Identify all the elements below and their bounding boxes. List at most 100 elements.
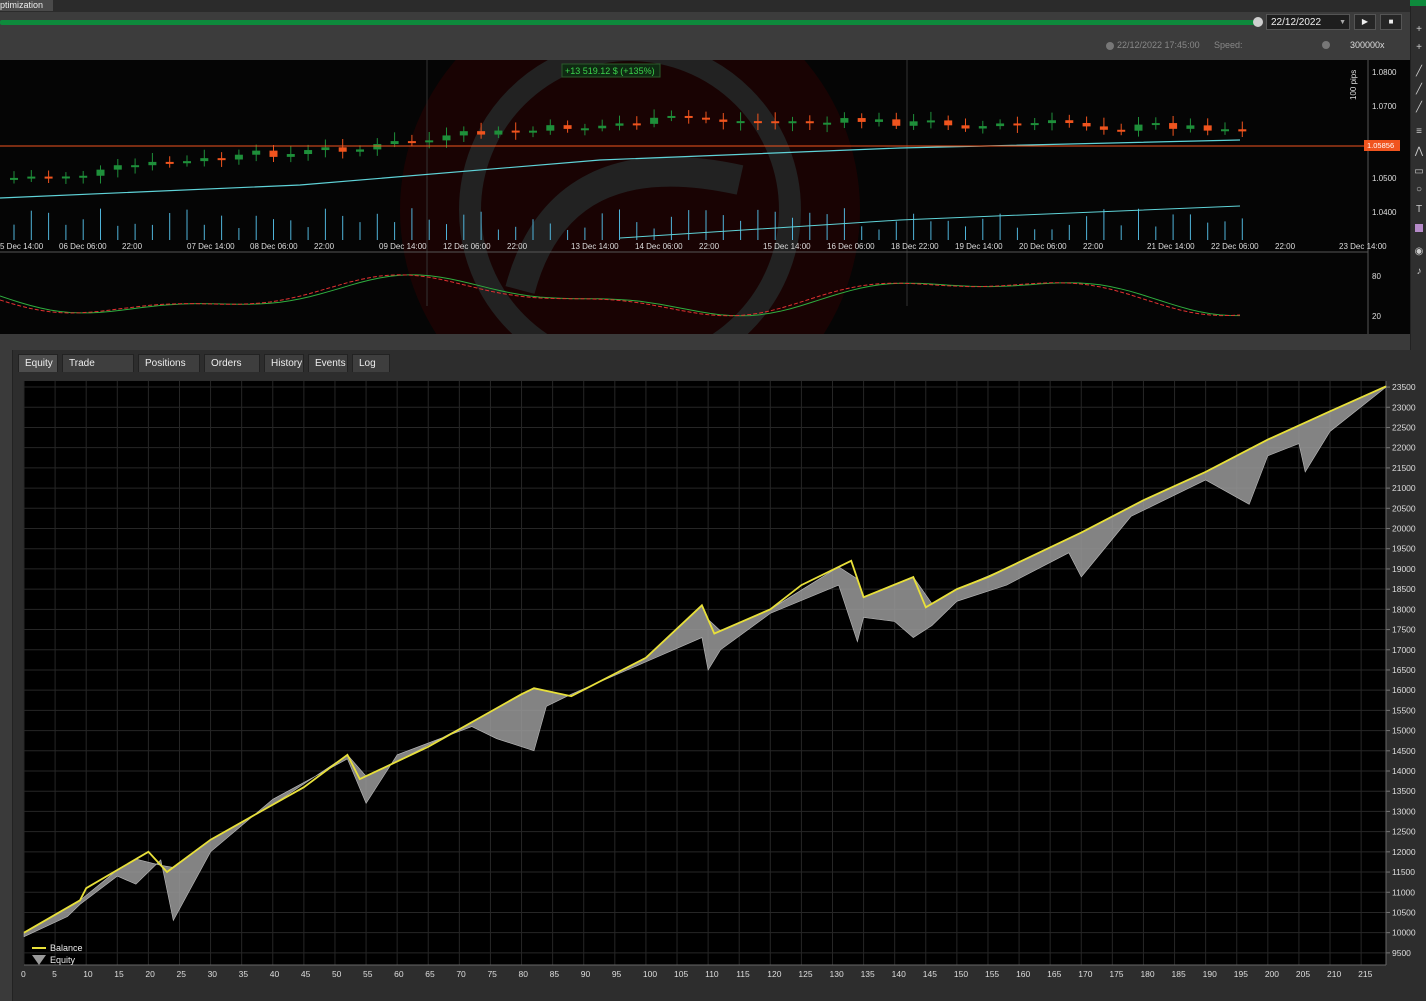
candle-body [356,149,364,152]
candle-body [442,135,451,141]
watermark-logo [400,60,860,334]
x-tick-label: 120 [767,969,781,979]
candle-body [1151,123,1160,126]
y-tick-label: 23500 [1392,382,1416,392]
tab-equity[interactable]: Equity [18,354,58,372]
time-tick: 22:00 [314,242,335,251]
candle-body [407,141,416,144]
x-tick-label: 60 [394,969,404,979]
fibonacci-icon[interactable]: ≡ [1413,126,1425,138]
tab-orders[interactable]: Orders0 [204,354,260,387]
candle-body [217,158,226,161]
x-tick-label: 95 [612,969,622,979]
x-tick-label: 140 [892,969,906,979]
eye-icon[interactable]: ◉ [1413,246,1425,258]
date-select-value: 22/12/2022 [1271,17,1322,28]
x-tick-label: 40 [270,969,280,979]
tab-trade-statistics[interactable]: Trade Statistics [62,354,134,387]
candle-body [425,140,434,143]
playback-progress-bar[interactable] [0,20,1258,25]
candle-body [978,126,987,129]
x-tick-label: 75 [487,969,497,979]
x-tick-label: 175 [1109,969,1123,979]
candle-body [719,119,728,122]
crosshair-icon[interactable]: + [1413,24,1425,36]
time-tick: 21 Dec 14:00 [1147,242,1195,251]
time-tick: 5 Dec 14:00 [0,242,44,251]
speed-value[interactable]: 300000x [1350,40,1385,50]
candle-body [1169,123,1178,129]
x-tick-label: 150 [954,969,968,979]
x-tick-label: 135 [861,969,875,979]
time-tick: 22:00 [507,242,528,251]
x-tick-label: 180 [1140,969,1154,979]
title-bar [0,0,1410,12]
stop-button[interactable]: ■ [1380,14,1402,30]
ray-tool-icon[interactable]: ╱ [1413,84,1425,96]
time-tick: 14 Dec 06:00 [635,242,683,251]
x-tick-label: 185 [1172,969,1186,979]
x-tick-label: 85 [550,969,560,979]
candle-body [944,120,953,126]
x-tick-label: 160 [1016,969,1030,979]
x-tick-label: 170 [1078,969,1092,979]
candle-body [788,121,797,124]
text-tool-icon[interactable]: T [1413,204,1425,216]
candle-body [27,176,36,179]
x-tick-label: 0 [21,969,26,979]
speed-label: Speed: [1214,40,1243,50]
y-tick-label: 22500 [1392,422,1416,432]
x-tick-label: 200 [1265,969,1279,979]
tab-log[interactable]: Log [352,354,390,372]
y-tick-label: 20500 [1392,503,1416,513]
candle-body [44,176,53,179]
y-tick-label: 22000 [1392,443,1416,453]
pips-label: 100 pips [1349,70,1358,100]
candle-body [753,121,762,124]
candle-body [771,121,780,124]
x-tick-label: 65 [425,969,435,979]
time-tick: 22:00 [1275,242,1296,251]
crosshair-icon[interactable]: + [1413,42,1425,54]
candle-body [113,165,122,170]
time-tick: 15 Dec 14:00 [763,242,811,251]
candle-body [840,118,849,123]
candle-body [632,123,641,126]
equity-chart[interactable]: 2350023000225002200021500210002050020000… [20,375,1426,991]
tab-history[interactable]: History [264,354,304,372]
x-tick-label: 155 [985,969,999,979]
fibonacci-fan-icon[interactable]: ⋀ [1413,146,1425,158]
price-chart[interactable]: 1.08001.07001.06001.05001.0400100 pips80… [0,60,1410,334]
stop-icon: ■ [1388,17,1394,26]
speed-slider-handle[interactable] [1322,41,1330,49]
candle-body [511,130,520,133]
x-tick-label: 110 [705,969,719,979]
line-tool-icon[interactable]: ╱ [1413,66,1425,78]
candle-body [321,147,330,151]
candle-body [823,122,832,125]
tab-positions[interactable]: Positions0 [138,354,200,387]
legend-balance-label: Balance [50,943,83,953]
y-tick-label: 15500 [1392,705,1416,715]
x-tick-label: 30 [208,969,218,979]
date-select[interactable]: 22/12/2022 ▼ [1266,14,1350,30]
status-time-text: 22/12/2022 17:45:00 [1117,40,1200,50]
color-picker-icon[interactable] [1415,224,1423,232]
time-tick: 20 Dec 06:00 [1019,242,1067,251]
channel-tool-icon[interactable]: ╱ [1413,102,1425,114]
play-button[interactable]: ▶ [1354,14,1376,30]
progress-handle[interactable] [1253,17,1263,27]
x-tick-label: 70 [456,969,466,979]
x-tick-label: 105 [674,969,688,979]
alert-bell-icon[interactable]: ♪ [1413,266,1425,278]
rectangle-tool-icon[interactable]: ▭ [1413,166,1425,178]
ellipse-tool-icon[interactable]: ○ [1413,184,1425,196]
time-tick: 22:00 [1083,242,1104,251]
candle-body [1186,125,1195,129]
tab-events[interactable]: Events [308,354,348,372]
y-tick-label: 13000 [1392,806,1416,816]
current-price-value: 1.05856 [1367,141,1394,150]
candle-body [1238,129,1247,132]
window-tab-title[interactable]: ptimization [0,0,54,11]
x-tick-label: 100 [643,969,657,979]
